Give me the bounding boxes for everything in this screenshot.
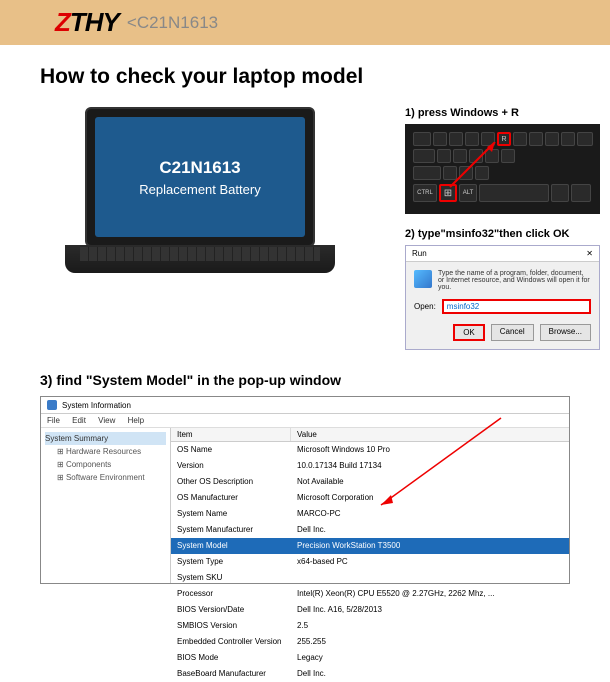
step-2-label: 2) type"msinfo32"then click OK (405, 228, 600, 240)
ctrl-key: CTRL (413, 184, 437, 202)
close-icon[interactable]: ✕ (586, 249, 593, 258)
table-row[interactable]: System SKU (171, 570, 569, 586)
keyboard-illustration: R CTRL ⊞ ALT (405, 124, 600, 214)
table-row[interactable]: System Typex64-based PC (171, 554, 569, 570)
page-title: How to check your laptop model (40, 65, 610, 89)
laptop-illustration: C21N1613 Replacement Battery (60, 107, 340, 287)
tree-software[interactable]: ⊞ Software Environment (57, 471, 166, 484)
brand-header: ZTHY <C21N1613 (0, 0, 610, 45)
laptop-screen-subtitle: Replacement Battery (139, 182, 260, 197)
cancel-button[interactable]: Cancel (491, 324, 534, 341)
table-row[interactable]: SMBIOS Version2.5 (171, 618, 569, 634)
run-icon (414, 270, 432, 288)
sysinfo-window-title: System Information (62, 401, 131, 410)
table-row[interactable]: BIOS Version/DateDell Inc. A16, 5/28/201… (171, 602, 569, 618)
logo-letter-z: Z (55, 7, 70, 37)
system-information-window: System Information File Edit View Help S… (40, 396, 570, 584)
browse-button[interactable]: Browse... (540, 324, 591, 341)
menu-view[interactable]: View (98, 416, 115, 425)
open-label: Open: (414, 302, 436, 311)
model-code: <C21N1613 (127, 13, 218, 33)
table-row[interactable]: System ManufacturerDell Inc. (171, 522, 569, 538)
run-description: Type the name of a program, folder, docu… (438, 270, 591, 291)
sysinfo-table: Item Value OS NameMicrosoft Windows 10 P… (171, 428, 569, 583)
table-row[interactable]: Embedded Controller Version255.255 (171, 634, 569, 650)
tree-system-summary[interactable]: System Summary (45, 432, 166, 445)
run-dialog: Run ✕ Type the name of a program, folder… (405, 245, 600, 350)
column-item: Item (171, 428, 291, 441)
menu-help[interactable]: Help (128, 416, 144, 425)
table-row[interactable]: BIOS ModeLegacy (171, 650, 569, 666)
brand-logo: ZTHY (55, 7, 119, 38)
tree-components[interactable]: ⊞ Components (57, 458, 166, 471)
sysinfo-tree: System Summary ⊞ Hardware Resources ⊞ Co… (41, 428, 171, 583)
step-3-label: 3) find "System Model" in the pop-up win… (40, 372, 610, 388)
table-row[interactable]: System ModelPrecision WorkStation T3500 (171, 538, 569, 554)
arrow-keyboard (445, 142, 505, 192)
laptop-screen-model: C21N1613 (159, 158, 240, 178)
menu-file[interactable]: File (47, 416, 60, 425)
table-row[interactable]: ProcessorIntel(R) Xeon(R) CPU E5520 @ 2.… (171, 586, 569, 602)
menu-edit[interactable]: Edit (72, 416, 86, 425)
run-command-input[interactable]: msinfo32 (442, 299, 591, 314)
sysinfo-icon (47, 400, 57, 410)
ok-button[interactable]: OK (453, 324, 485, 341)
tree-hardware[interactable]: ⊞ Hardware Resources (57, 445, 166, 458)
logo-rest: THY (70, 7, 119, 37)
step-1-label: 1) press Windows + R (405, 107, 600, 119)
arrow-system-model (371, 413, 511, 513)
table-row[interactable]: BaseBoard ManufacturerDell Inc. (171, 666, 569, 682)
run-dialog-title: Run (412, 249, 427, 258)
